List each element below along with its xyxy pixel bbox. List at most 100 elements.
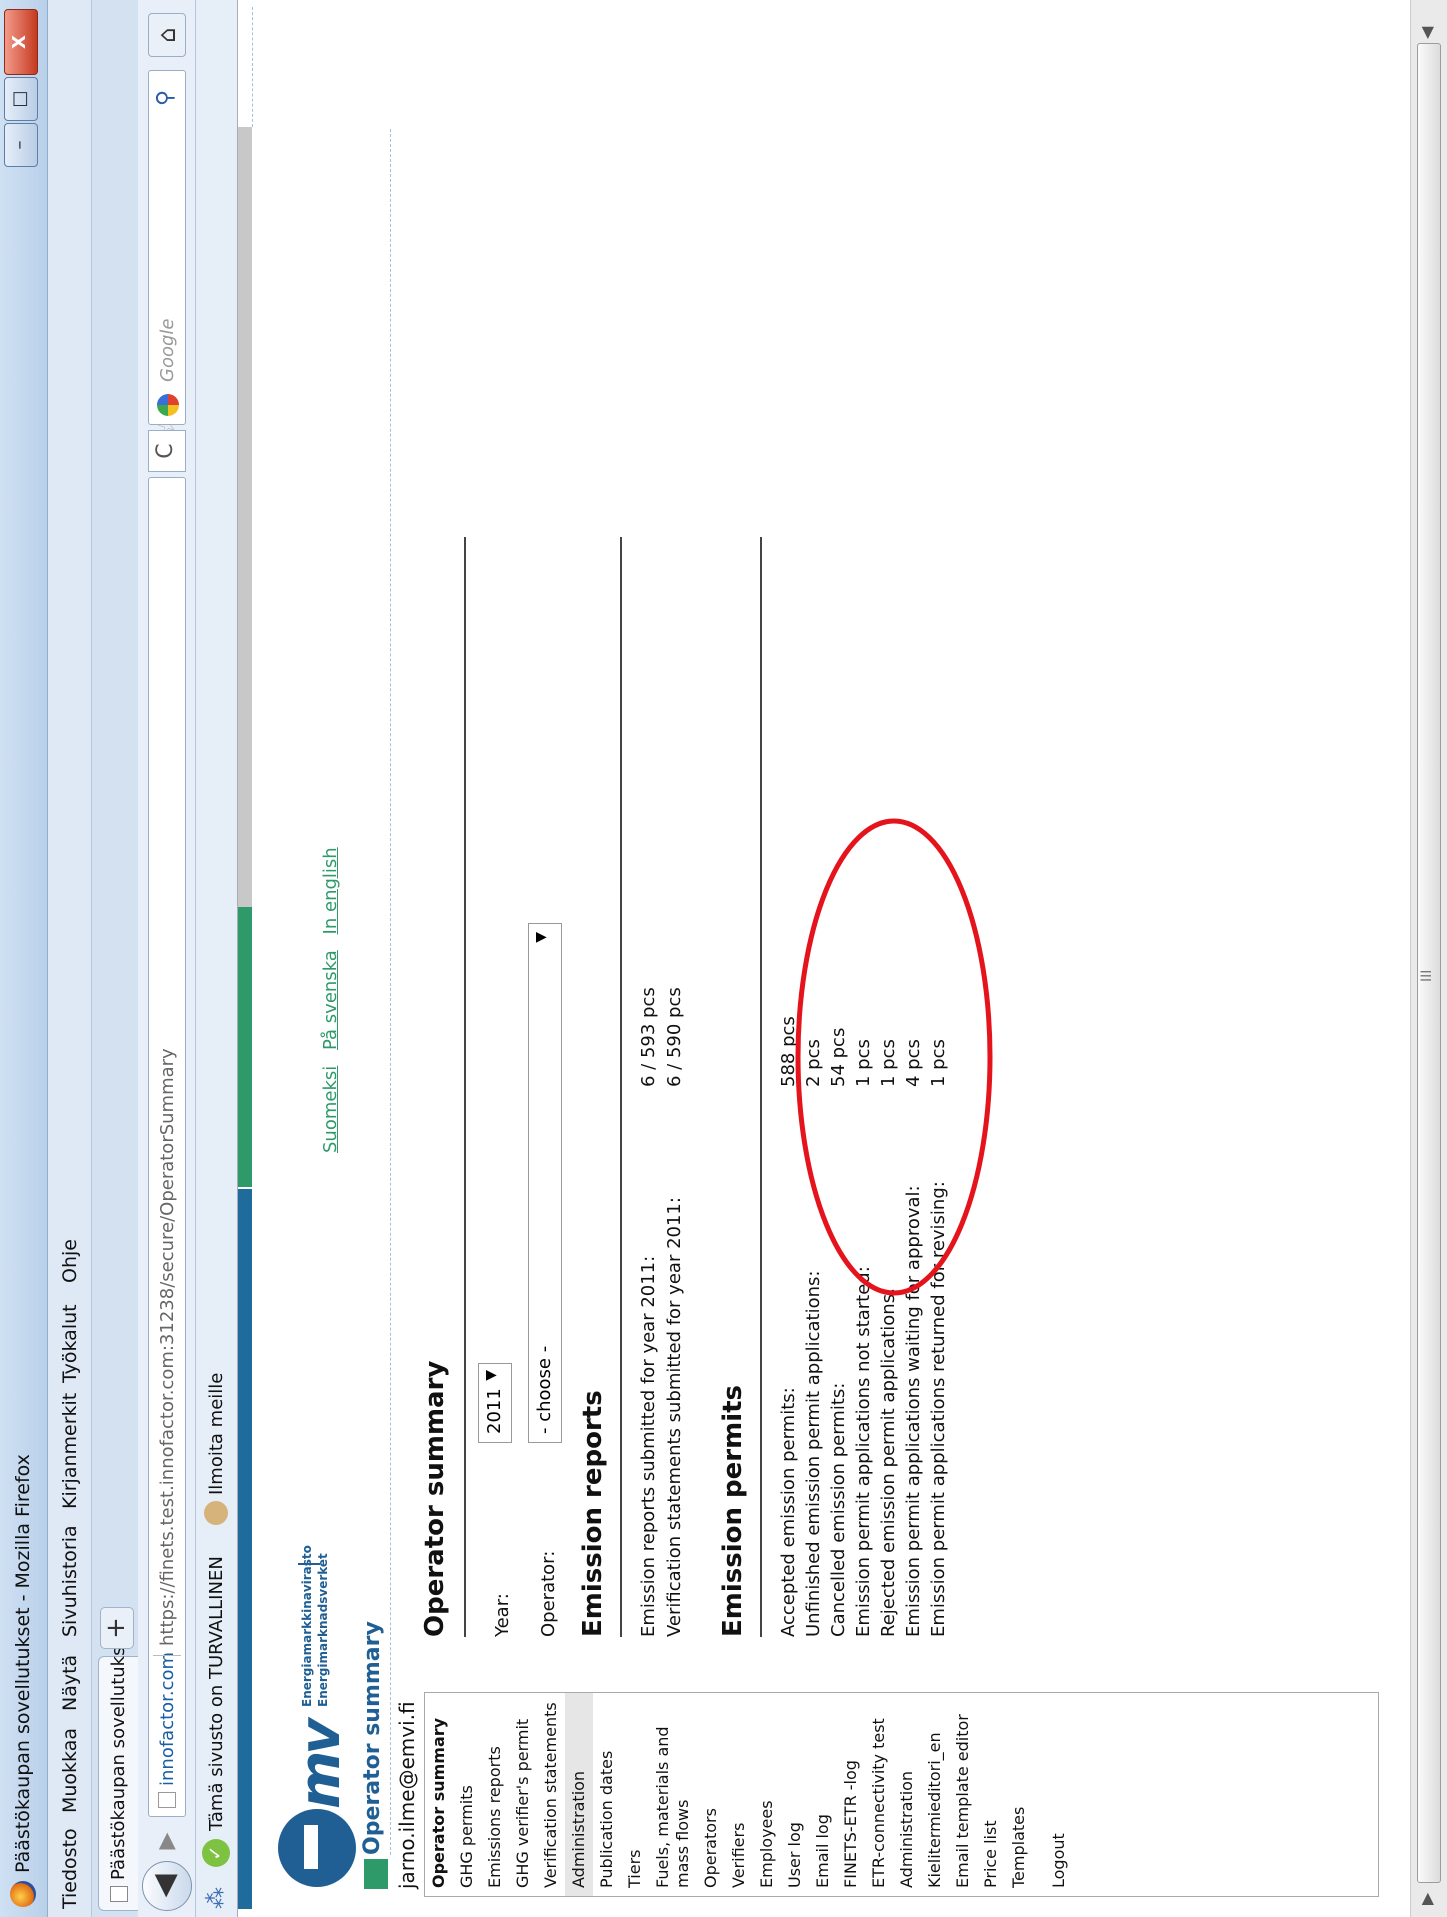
sidebar-item[interactable]: Operators	[697, 1693, 725, 1896]
minimize-button[interactable]: –	[4, 123, 38, 167]
check-icon[interactable]: ✓	[202, 1839, 230, 1867]
menu-sivuhistoria[interactable]: Sivuhistoria	[59, 1525, 81, 1637]
sidebar-item[interactable]: User log	[781, 1693, 809, 1896]
header-stripe-green	[238, 907, 252, 1187]
menu-muokkaa[interactable]: Muokkaa	[59, 1728, 81, 1813]
sidebar-item[interactable]: Fuels, materials and mass flows	[649, 1693, 697, 1896]
scroll-right-arrow-icon[interactable]: ▶	[1417, 1893, 1436, 1905]
year-value: 2011	[484, 1388, 505, 1434]
stat-value: 2 pcs	[803, 1039, 824, 1087]
header-stripe-blue	[238, 1189, 252, 1909]
search-icon[interactable]: ⚲	[153, 90, 178, 106]
stat-label: Emission reports submitted for year 2011…	[638, 1255, 659, 1637]
stat-label: Emission permit applications returned fo…	[928, 1181, 949, 1637]
sidebar-item[interactable]: Operator summary	[425, 1693, 453, 1896]
title-divider	[390, 129, 391, 1855]
stat-label: Rejected emission permit applications:	[878, 1287, 899, 1637]
sidebar-item[interactable]: Administration	[565, 1693, 593, 1896]
lang-finnish-link[interactable]: Suomeksi	[320, 1066, 341, 1153]
sidebar-item[interactable]: Price list	[977, 1693, 1005, 1896]
sidebar-nav: Operator summary GHG permits Emissions rep…	[425, 1693, 1073, 1896]
stat-label: Accepted emission permits:	[778, 1387, 799, 1637]
report-link[interactable]: Ilmoita meille	[206, 1373, 227, 1495]
emv-logo-text: mv	[288, 1722, 353, 1809]
lang-swedish-link[interactable]: På svenska	[320, 950, 341, 1050]
bookmarks-toolbar: ⁂ ✓ Tämä sivusto on TURVALLINEN Ilmoita …	[196, 0, 238, 1917]
title-marker	[364, 1859, 388, 1889]
sidebar-item[interactable]: Employees	[753, 1693, 781, 1896]
header-divider	[252, 7, 253, 127]
section-divider	[760, 537, 762, 1637]
menu-tiedosto[interactable]: Tiedosto	[59, 1828, 81, 1909]
sidebar-item[interactable]: Tiers	[621, 1693, 649, 1896]
close-button[interactable]: X	[4, 9, 38, 75]
operator-summary-heading: Operator summary	[420, 1360, 450, 1637]
url-text[interactable]: https://finets.test.innofactor.com:31238…	[157, 1048, 178, 1646]
annotation-ellipse	[795, 818, 993, 1296]
search-placeholder: Google	[157, 318, 178, 382]
title-bar: Päästökaupan sovellutukset - Mozilla Fir…	[0, 0, 48, 1917]
menu-kirjanmerkit[interactable]: Kirjanmerkit	[59, 1393, 81, 1509]
address-bar[interactable]: innofactor.com https://finets.test.innof…	[148, 414, 186, 1817]
sidebar-item[interactable]: Logout	[1045, 1693, 1073, 1896]
stat-value: 1 pcs	[878, 1039, 899, 1087]
sidebar-item[interactable]: Verification statements	[537, 1693, 565, 1896]
user-email: jarno.ilme@emvi.fi	[395, 1701, 419, 1889]
sidebar-item[interactable]: Email log	[809, 1693, 837, 1896]
operator-select[interactable]: - choose - ▼	[528, 923, 562, 1443]
scrollbar-thumb[interactable]: III	[1417, 43, 1441, 1883]
firefox-logo-icon	[10, 1881, 36, 1907]
home-button[interactable]: ⌂	[148, 13, 186, 57]
url-divider	[153, 1655, 181, 1656]
stat-value: 6 / 590 pcs	[664, 987, 685, 1087]
stat-value: 588 pcs	[778, 1016, 799, 1087]
site-identity[interactable]: innofactor.com	[157, 1652, 178, 1786]
menu-tyokalut[interactable]: Työkalut	[59, 1304, 81, 1383]
sidebar-item[interactable]: Emissions reports	[481, 1693, 509, 1896]
scroll-left-arrow-icon[interactable]: ◀	[1417, 27, 1436, 39]
language-links: Suomeksi På svenska In english	[320, 837, 341, 1153]
sidebar-item[interactable]: FINETS-ETR -log	[837, 1693, 865, 1896]
year-select[interactable]: 2011 ▼	[478, 1363, 512, 1443]
tab-paastokaupan[interactable]: Päästökaupan sovellutukset	[98, 1628, 138, 1911]
stat-label: Emission permit applications not started…	[853, 1266, 874, 1637]
google-icon[interactable]	[157, 394, 179, 416]
menu-nayta[interactable]: Näytä	[59, 1655, 81, 1711]
search-input[interactable]: Google ⚲	[148, 70, 186, 425]
page-icon	[158, 1792, 176, 1808]
menu-ohje[interactable]: Ohje	[59, 1239, 81, 1283]
browser-window: Päästökaupan sovellutukset - Mozilla Fir…	[0, 0, 1447, 1917]
horizontal-scrollbar[interactable]: ▶ III ◀	[1410, 0, 1447, 1917]
stat-value: 4 pcs	[903, 1039, 924, 1087]
wot-logo-icon[interactable]: ⁂	[204, 1887, 229, 1909]
sidebar-item[interactable]: Verifiers	[725, 1693, 753, 1896]
navigation-toolbar: ◀ ▶ innofactor.com https://finets.test.i…	[138, 0, 196, 1917]
tab-bar: Päästökaupan sovellutukset +	[92, 0, 138, 1917]
forward-button[interactable]: ▶	[150, 1823, 184, 1859]
sidebar-item[interactable]: GHG permits	[453, 1693, 481, 1896]
page-icon	[110, 1886, 128, 1902]
secure-status[interactable]: Tämä sivusto on TURVALLINEN	[206, 1556, 227, 1831]
sidebar-item[interactable]: Publication dates	[593, 1693, 621, 1896]
stat-value: 1 pcs	[928, 1039, 949, 1087]
operator-value: - choose -	[534, 1345, 555, 1434]
reload-button[interactable]: C	[148, 430, 186, 472]
maximize-button[interactable]: □	[4, 77, 38, 121]
header-stripe-grey	[238, 127, 252, 907]
logo-divider	[298, 1563, 320, 1565]
chevron-down-icon: ▼	[533, 932, 549, 943]
sidebar-item[interactable]: Email template editor	[949, 1693, 977, 1896]
sidebar-item[interactable]: Administration	[893, 1693, 921, 1896]
emission-reports-heading: Emission reports	[578, 1390, 608, 1637]
sidebar-item[interactable]: Templates	[1005, 1693, 1033, 1896]
stat-label: Emission permit applications waiting for…	[903, 1185, 924, 1637]
lang-english-link[interactable]: In english	[320, 847, 341, 934]
chevron-down-icon: ▼	[483, 1370, 499, 1381]
sidebar-item[interactable]: GHG verifier's permit	[509, 1693, 537, 1896]
emission-permits-heading: Emission permits	[718, 1384, 748, 1637]
back-button[interactable]: ◀	[142, 1861, 192, 1911]
new-tab-button[interactable]: +	[100, 1607, 134, 1649]
sidebar-item[interactable]: Kielitermieditori_en	[921, 1693, 949, 1896]
sidebar-item[interactable]: ETR-connectivity test	[865, 1693, 893, 1896]
